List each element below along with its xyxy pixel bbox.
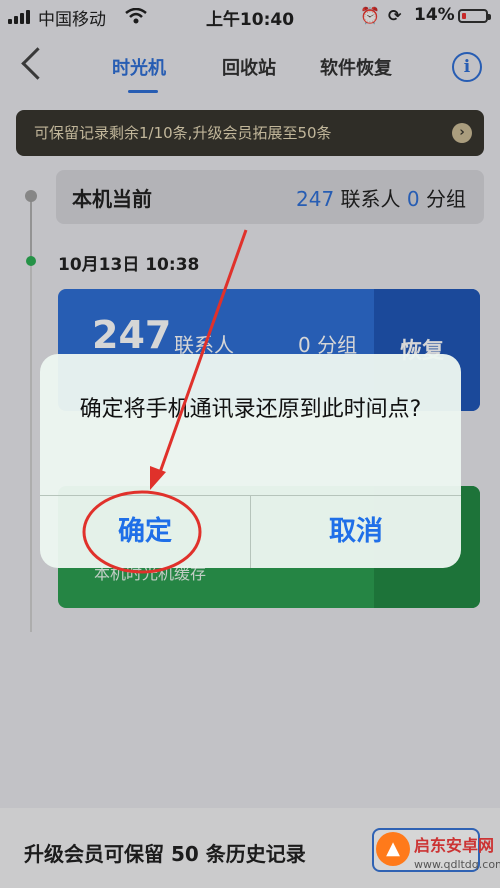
annotation-circle bbox=[82, 490, 202, 574]
watermark-name: 启东安卓网 bbox=[414, 836, 495, 855]
red-annotation bbox=[82, 229, 248, 574]
annotation-arrow bbox=[156, 229, 248, 479]
watermark-logo-icon: ▲ bbox=[376, 832, 410, 866]
annotation-arrowhead bbox=[150, 466, 166, 490]
watermark: ▲ 启东安卓网 www.qdltdq.com bbox=[372, 822, 500, 888]
watermark-url: www.qdltdq.com bbox=[414, 858, 500, 871]
